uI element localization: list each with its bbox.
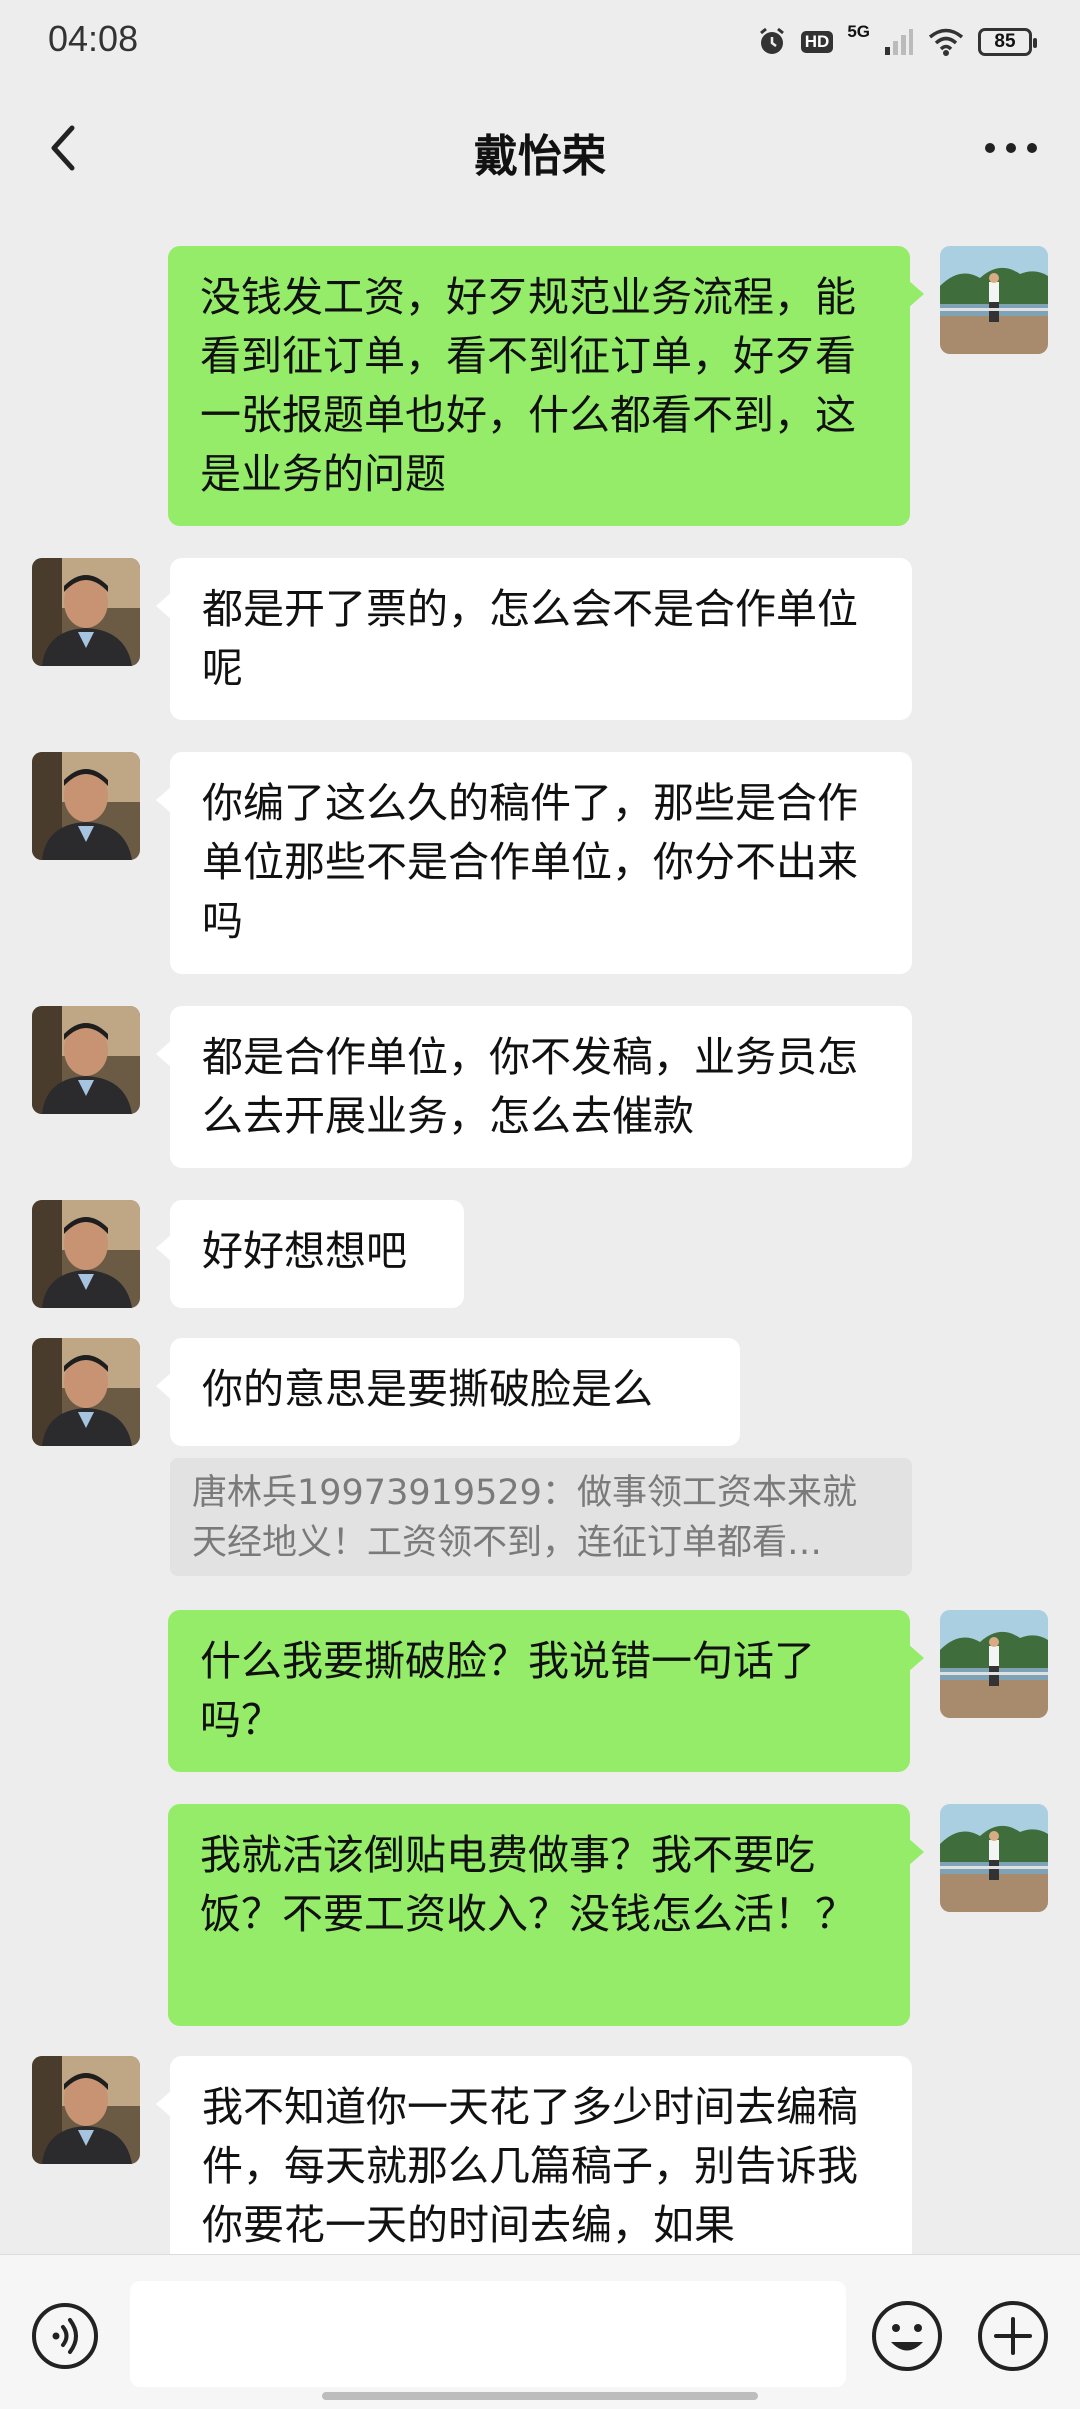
input-bar xyxy=(0,2254,1080,2409)
message-text: 你编了这么久的稿件了，那些是合作单位那些不是合作单位，你分不出来吗 xyxy=(202,779,858,945)
signal-icon xyxy=(885,29,913,55)
message-text: 你的意思是要撕破脸是么 xyxy=(202,1365,653,1413)
message-text: 我就活该倒贴电费做事？我不要吃饭？不要工资收入？没钱怎么活！？ xyxy=(200,1831,856,1938)
plus-button[interactable] xyxy=(976,2299,1050,2373)
voice-button[interactable] xyxy=(30,2301,100,2371)
chat-messages[interactable]: 没钱发工资，好歹规范业务流程，能看到征订单，看不到征订单，好歹看一张报题单也好，… xyxy=(0,214,1080,2254)
emoji-icon xyxy=(872,2301,942,2371)
wifi-icon xyxy=(928,28,964,56)
message-text: 都是开了票的，怎么会不是合作单位呢 xyxy=(202,585,858,692)
message-bubble-contact[interactable]: 你编了这么久的稿件了，那些是合作单位那些不是合作单位，你分不出来吗 xyxy=(156,752,912,974)
battery-indicator: 85 xyxy=(978,28,1037,56)
message-input[interactable] xyxy=(130,2281,846,2387)
message-text: 我不知道你一天花了多少时间去编稿件，每天就那么几篇稿子，别告诉我你要花一天的时间… xyxy=(202,2083,858,2249)
avatar-contact[interactable] xyxy=(32,558,140,666)
chat-header: 戴怡荣 xyxy=(0,82,1080,214)
quote-line-1: 唐林兵19973919529：做事领工资本来就 xyxy=(192,1473,857,1513)
network-type: 5G xyxy=(847,22,870,41)
message-text: 都是合作单位，你不发稿，业务员怎么去开展业务，怎么去催款 xyxy=(202,1033,858,1140)
avatar-self[interactable] xyxy=(940,1804,1048,1912)
message-bubble-contact[interactable]: 都是开了票的，怎么会不是合作单位呢 xyxy=(156,558,912,720)
message-text: 没钱发工资，好歹规范业务流程，能看到征订单，看不到征订单，好歹看一张报题单也好，… xyxy=(200,273,856,498)
avatar-contact[interactable] xyxy=(32,1200,140,1308)
quoted-message[interactable]: 唐林兵19973919529：做事领工资本来就 天经地义！工资领不到，连征订单都… xyxy=(170,1458,912,1576)
hd-badge: HD xyxy=(800,31,834,53)
avatar-contact[interactable] xyxy=(32,1338,140,1446)
status-bar: 04:08 HD 5G 85 xyxy=(0,0,1080,82)
message-bubble-contact[interactable]: 我不知道你一天花了多少时间去编稿件，每天就那么几篇稿子，别告诉我你要花一天的时间… xyxy=(156,2056,912,2254)
avatar-contact[interactable] xyxy=(32,2056,140,2164)
more-dots-icon xyxy=(985,143,1037,153)
plus-icon xyxy=(978,2301,1048,2371)
avatar-contact[interactable] xyxy=(32,1006,140,1114)
chat-title: 戴怡荣 xyxy=(474,131,606,182)
home-indicator[interactable] xyxy=(322,2392,758,2400)
message-bubble-contact[interactable]: 好好想想吧 xyxy=(156,1200,464,1308)
message-bubble-contact[interactable]: 你的意思是要撕破脸是么 xyxy=(156,1338,740,1446)
message-text: 什么我要撕破脸？我说错一句话了吗？ xyxy=(200,1637,815,1744)
more-button[interactable] xyxy=(976,118,1046,178)
message-bubble-self[interactable]: 没钱发工资，好歹规范业务流程，能看到征订单，看不到征订单，好歹看一张报题单也好，… xyxy=(168,246,924,526)
quote-line-2: 天经地义！工资领不到，连征订单都看… xyxy=(192,1523,823,1563)
message-bubble-contact[interactable]: 都是合作单位，你不发稿，业务员怎么去开展业务，怎么去催款 xyxy=(156,1006,912,1168)
status-time: 04:08 xyxy=(48,18,139,59)
message-bubble-self[interactable]: 什么我要撕破脸？我说错一句话了吗？ xyxy=(168,1610,924,1772)
avatar-self[interactable] xyxy=(940,1610,1048,1718)
emoji-button[interactable] xyxy=(870,2299,944,2373)
voice-icon xyxy=(32,2303,98,2369)
status-icons: HD 5G 85 xyxy=(757,22,1037,62)
message-bubble-self[interactable]: 我就活该倒贴电费做事？我不要吃饭？不要工资收入？没钱怎么活！？ xyxy=(168,1804,924,2026)
alarm-icon xyxy=(759,27,784,54)
message-text: 好好想想吧 xyxy=(202,1227,407,1275)
avatar-contact[interactable] xyxy=(32,752,140,860)
avatar-self[interactable] xyxy=(940,246,1048,354)
